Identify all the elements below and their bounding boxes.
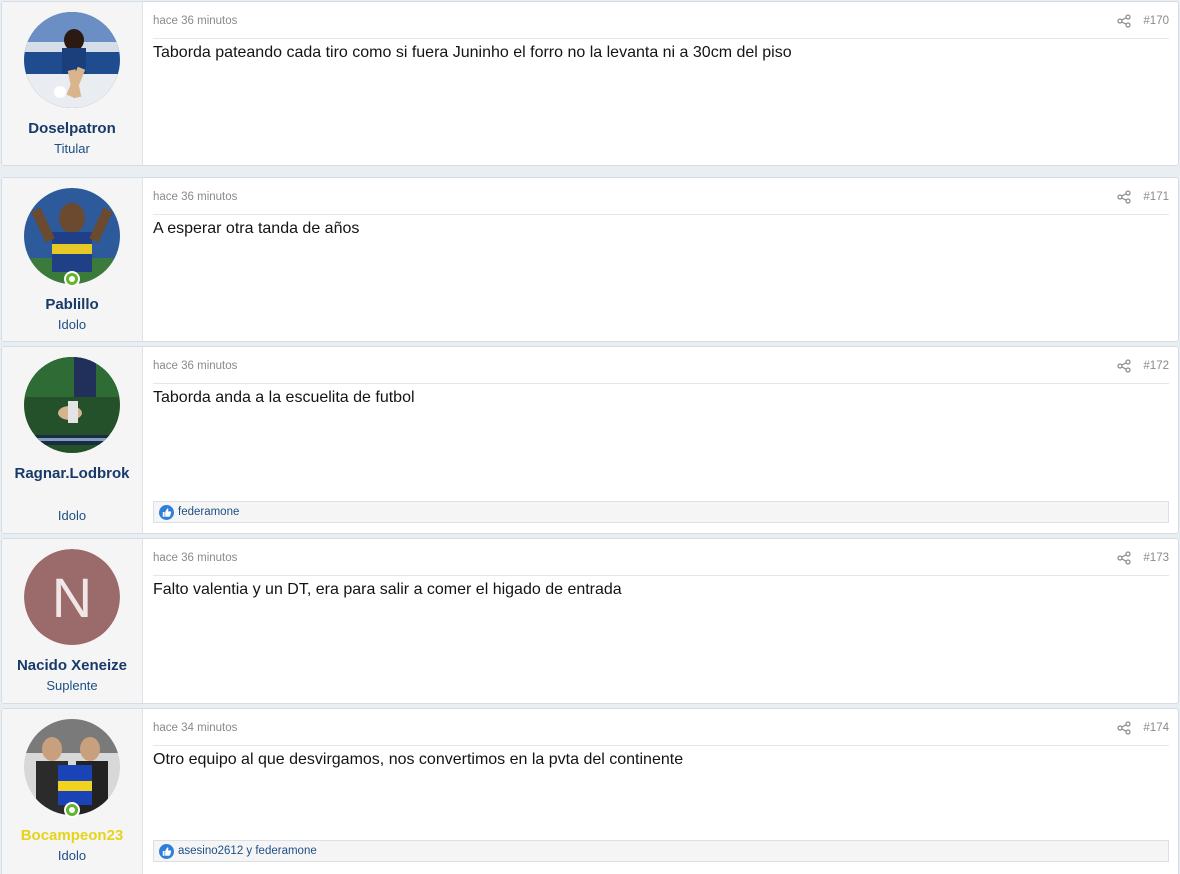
post-number[interactable]: #171 — [1143, 191, 1169, 203]
avatar[interactable] — [24, 357, 120, 453]
post-header: hace 34 minutos #174 — [153, 709, 1169, 746]
post-time[interactable]: hace 34 minutos — [153, 722, 237, 734]
post: Doselpatron Titular hace 36 minutos #170… — [1, 1, 1179, 166]
user-info: Bocampeon23 Idolo — [2, 709, 143, 874]
post-time[interactable]: hace 36 minutos — [153, 15, 237, 27]
avatar[interactable] — [24, 12, 120, 108]
user-title: Suplente — [46, 678, 98, 693]
post-time[interactable]: hace 36 minutos — [153, 360, 237, 372]
post-number[interactable]: #170 — [1143, 15, 1169, 27]
username[interactable]: Ragnar.Lodbrok — [8, 463, 136, 485]
reactions-bar[interactable]: federamone — [153, 501, 1169, 523]
post-number[interactable]: #172 — [1143, 360, 1169, 372]
post-time[interactable]: hace 36 minutos — [153, 191, 237, 203]
share-icon[interactable] — [1117, 190, 1131, 204]
share-icon[interactable] — [1117, 551, 1131, 565]
user-title: Idolo — [57, 317, 87, 332]
user-title: Idolo — [57, 508, 87, 523]
like-icon — [159, 843, 174, 859]
post-header: hace 36 minutos #173 — [153, 539, 1169, 576]
online-status-icon — [64, 802, 80, 818]
avatar[interactable] — [24, 188, 120, 284]
username[interactable]: Bocampeon23 — [8, 825, 136, 847]
post-main: hace 36 minutos #171 A esperar otra tand… — [143, 178, 1178, 341]
like-icon — [159, 504, 174, 520]
post-number[interactable]: #173 — [1143, 552, 1169, 564]
reactions-users[interactable]: asesino2612 y federamone — [178, 845, 317, 857]
post-message: Taborda anda a la escuelita de futbol — [153, 389, 415, 406]
share-icon[interactable] — [1117, 721, 1131, 735]
avatar[interactable]: N — [24, 549, 120, 645]
username[interactable]: Nacido Xeneize — [8, 655, 136, 677]
post-main: hace 36 minutos #173 Falto valentia y un… — [143, 539, 1178, 703]
user-info: Ragnar.Lodbrok Idolo — [2, 347, 143, 533]
post: Ragnar.Lodbrok Idolo hace 36 minutos #17… — [1, 346, 1179, 534]
username[interactable]: Pablillo — [8, 294, 136, 316]
post-main: hace 34 minutos #174 Otro equipo al que … — [143, 709, 1178, 874]
post-header: hace 36 minutos #171 — [153, 178, 1169, 215]
thread-posts: Doselpatron Titular hace 36 minutos #170… — [0, 0, 1180, 874]
share-icon[interactable] — [1117, 14, 1131, 28]
post-main: hace 36 minutos #170 Taborda pateando ca… — [143, 2, 1178, 165]
post: N Nacido Xeneize Suplente hace 36 minuto… — [1, 538, 1179, 704]
post-number[interactable]: #174 — [1143, 722, 1169, 734]
user-info: Doselpatron Titular — [2, 2, 143, 165]
user-title: Titular — [54, 141, 90, 156]
post: Pablillo Idolo hace 36 minutos #171 A es… — [1, 177, 1179, 342]
post-message: Falto valentia y un DT, era para salir a… — [153, 581, 622, 598]
post-message: A esperar otra tanda de años — [153, 220, 360, 237]
post-time[interactable]: hace 36 minutos — [153, 552, 237, 564]
post-header: hace 36 minutos #170 — [153, 2, 1169, 39]
post-header: hace 36 minutos #172 — [153, 347, 1169, 384]
username[interactable]: Doselpatron — [8, 118, 136, 140]
reactions-bar[interactable]: asesino2612 y federamone — [153, 840, 1169, 862]
post: Bocampeon23 Idolo hace 34 minutos #174 O… — [1, 708, 1179, 874]
post-main: hace 36 minutos #172 Taborda anda a la e… — [143, 347, 1178, 533]
avatar[interactable] — [24, 719, 120, 815]
post-message: Otro equipo al que desvirgamos, nos conv… — [153, 751, 684, 768]
user-title: Idolo — [57, 848, 87, 863]
avatar-letter: N — [24, 549, 120, 645]
online-status-icon — [64, 271, 80, 287]
share-icon[interactable] — [1117, 359, 1131, 373]
user-info: Pablillo Idolo — [2, 178, 143, 341]
user-info: N Nacido Xeneize Suplente — [2, 539, 143, 703]
post-message: Taborda pateando cada tiro como si fuera… — [153, 44, 792, 61]
reactions-users[interactable]: federamone — [178, 506, 239, 518]
